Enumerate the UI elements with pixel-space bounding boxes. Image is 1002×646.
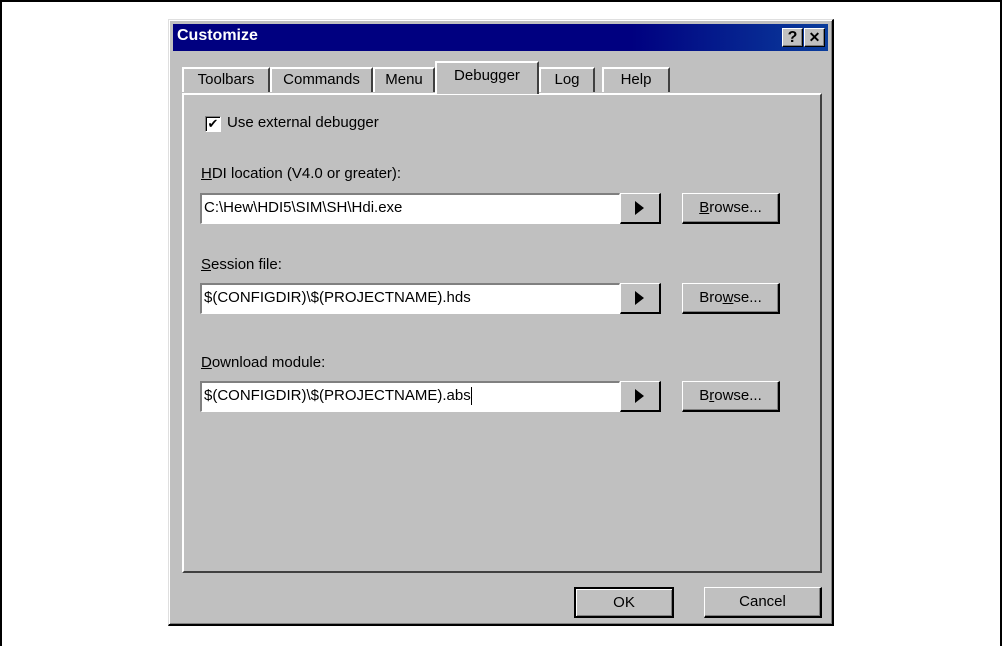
tab-strip: Toolbars Commands Menu Debugger Log Help xyxy=(182,57,822,101)
download-module-browse-button[interactable]: Browse... xyxy=(682,381,780,412)
hdi-location-browse-button[interactable]: Browse... xyxy=(682,193,780,224)
window-title: Customize xyxy=(177,27,258,44)
tab-toolbars[interactable]: Toolbars xyxy=(182,67,270,92)
tab-help[interactable]: Help xyxy=(602,67,670,92)
hdi-location-input[interactable]: C:\Hew\HDI5\SIM\SH\Hdi.exe xyxy=(200,193,620,224)
hdi-location-label: HDI location (V4.0 or greater): xyxy=(201,165,402,182)
right-triangle-icon xyxy=(635,201,644,215)
session-file-label: Session file: xyxy=(201,256,282,273)
close-button[interactable]: ✕ xyxy=(804,28,825,47)
tab-debugger[interactable]: Debugger xyxy=(435,61,539,94)
session-file-browse-button[interactable]: Browse... xyxy=(682,283,780,314)
check-icon: ✔ xyxy=(207,116,219,131)
download-module-input[interactable]: $(CONFIGDIR)\$(PROJECTNAME).abs xyxy=(200,381,620,412)
use-external-debugger-checkbox[interactable]: ✔ xyxy=(205,116,221,132)
cancel-button[interactable]: Cancel xyxy=(704,587,822,618)
use-external-debugger-label: Use external debugger xyxy=(227,114,379,131)
right-triangle-icon xyxy=(635,291,644,305)
download-module-label: Download module: xyxy=(201,354,326,371)
text-cursor xyxy=(470,387,472,406)
customize-dialog: Customize ? ✕ Toolbars Commands Menu Deb… xyxy=(168,19,834,626)
right-triangle-icon xyxy=(635,389,644,403)
tab-commands[interactable]: Commands xyxy=(270,67,373,92)
tab-log[interactable]: Log xyxy=(539,67,595,92)
ok-button[interactable]: OK xyxy=(574,587,674,618)
session-file-macro-button[interactable] xyxy=(620,283,661,314)
session-file-input[interactable]: $(CONFIGDIR)\$(PROJECTNAME).hds xyxy=(200,283,620,314)
tab-menu[interactable]: Menu xyxy=(373,67,435,92)
help-button[interactable]: ? xyxy=(782,28,803,47)
hdi-location-macro-button[interactable] xyxy=(620,193,661,224)
download-module-macro-button[interactable] xyxy=(620,381,661,412)
title-bar[interactable]: Customize ? ✕ xyxy=(173,24,828,51)
